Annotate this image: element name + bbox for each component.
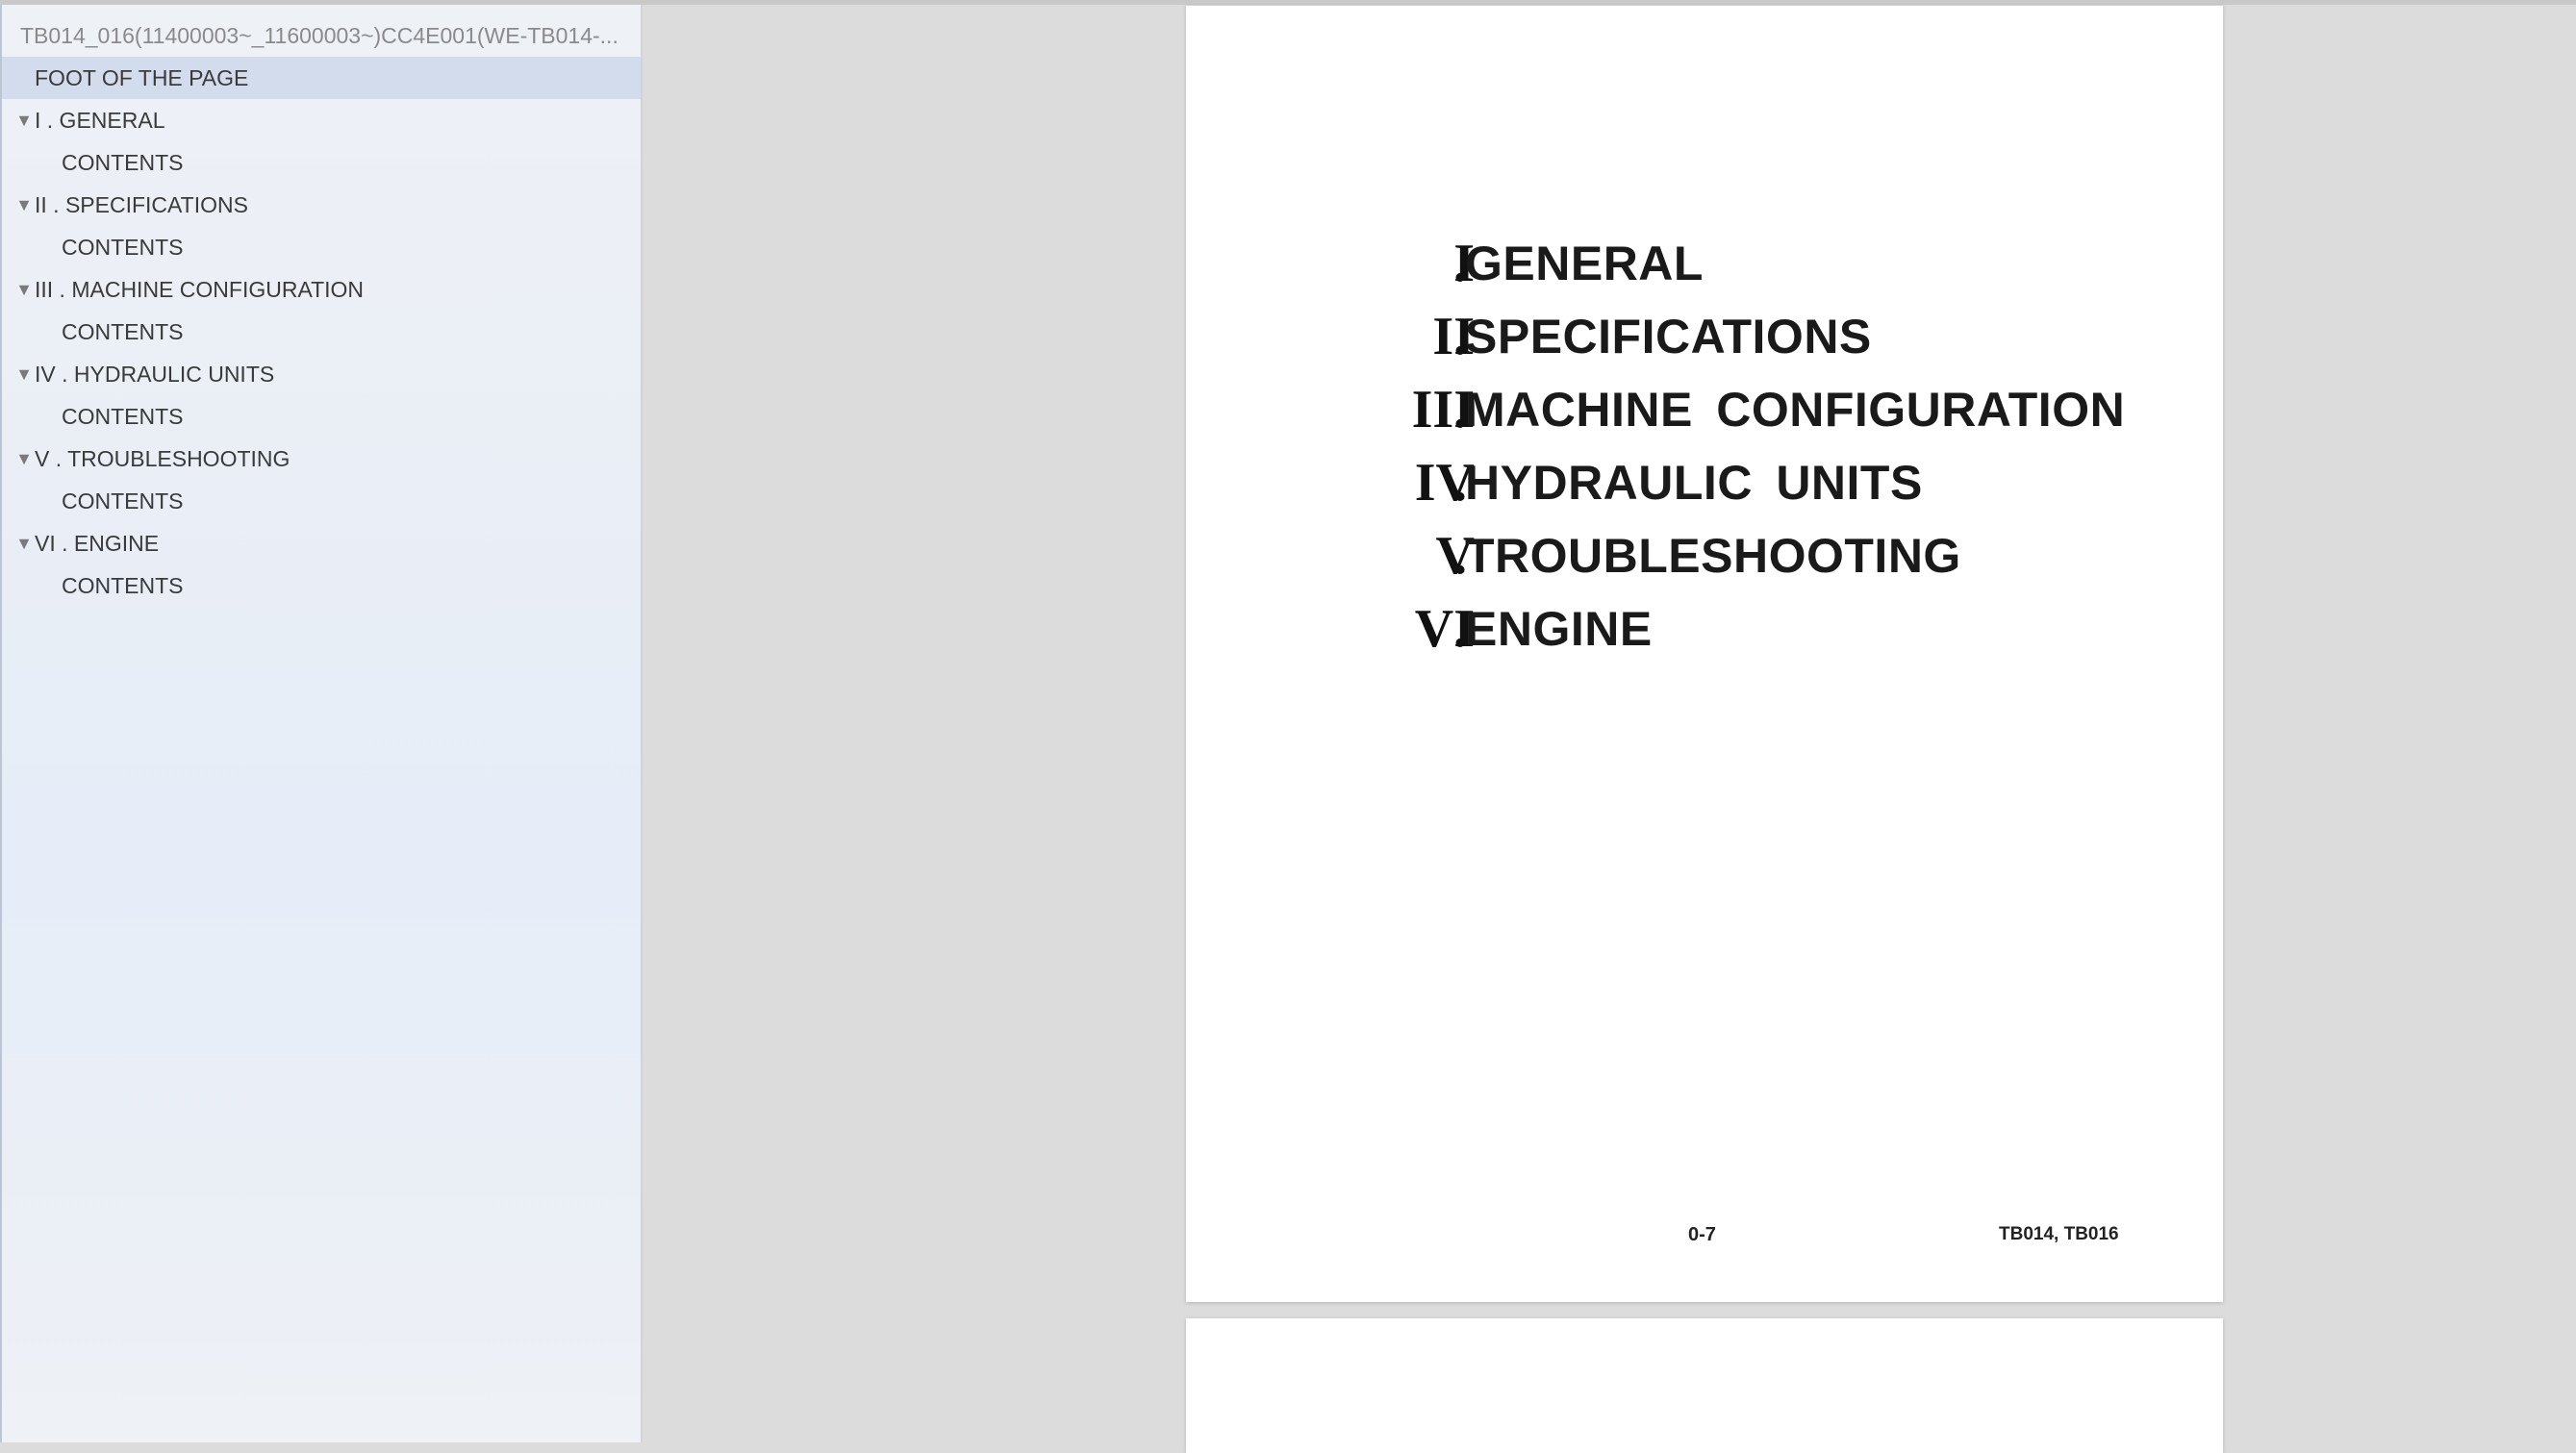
outline-item-label: VI . ENGINE	[35, 522, 159, 564]
outline-item-label: CONTENTS	[62, 395, 184, 438]
outline-item-label: IV . HYDRAULIC UNITS	[35, 353, 274, 395]
document-title[interactable]: TB014_016(11400003~_11600003~)CC4E001(WE…	[20, 17, 636, 54]
outline-item-machine-configuration-contents[interactable]: CONTENTS	[0, 311, 641, 353]
outline-item-troubleshooting-contents[interactable]: CONTENTS	[0, 480, 641, 522]
toc-title: MACHINE CONFIGURATION	[1465, 373, 2125, 446]
page-model-label: TB014, TB016	[1999, 1224, 2119, 1245]
document-page[interactable]: I . GENERAL II . SPECIFICATIONS III . MA…	[1186, 6, 2223, 1302]
outline-item-troubleshooting[interactable]: ▼ V . TROUBLESHOOTING	[0, 438, 641, 480]
page-number: 0-7	[1688, 1224, 1716, 1246]
toc-title: GENERAL	[1465, 227, 1704, 300]
outline-item-engine-contents[interactable]: CONTENTS	[0, 564, 641, 607]
outline-item-label: III . MACHINE CONFIGURATION	[35, 268, 364, 311]
outline-item-engine[interactable]: ▼ VI . ENGINE	[0, 522, 641, 564]
outline-item-label: II . SPECIFICATIONS	[35, 184, 248, 226]
triangle-down-icon[interactable]: ▼	[13, 184, 35, 226]
triangle-down-icon[interactable]: ▼	[13, 99, 35, 141]
outline-item-label: CONTENTS	[62, 226, 184, 268]
toc-title: SPECIFICATIONS	[1465, 300, 1872, 373]
outline-item-hydraulic-units[interactable]: ▼ IV . HYDRAULIC UNITS	[0, 353, 641, 395]
sidebar-left-edge	[0, 5, 2, 1442]
next-document-page[interactable]	[1186, 1318, 2223, 1453]
triangle-down-icon[interactable]: ▼	[13, 438, 35, 480]
outline-item-foot-of-the-page[interactable]: FOOT OF THE PAGE	[0, 57, 641, 99]
triangle-down-icon[interactable]: ▼	[13, 522, 35, 564]
triangle-down-icon[interactable]: ▼	[13, 268, 35, 311]
outline-item-specifications-contents[interactable]: CONTENTS	[0, 226, 641, 268]
outline-sidebar: TB014_016(11400003~_11600003~)CC4E001(WE…	[0, 5, 643, 1442]
toc-title: TROUBLESHOOTING	[1465, 519, 1961, 592]
outline-item-label: CONTENTS	[62, 480, 184, 522]
outline-item-label: CONTENTS	[62, 141, 184, 184]
triangle-down-icon[interactable]: ▼	[13, 353, 35, 395]
outline-item-hydraulic-units-contents[interactable]: CONTENTS	[0, 395, 641, 438]
outline-item-general[interactable]: ▼ I . GENERAL	[0, 99, 641, 141]
toc-title: HYDRAULIC UNITS	[1465, 446, 1923, 519]
outline-item-label: I . GENERAL	[35, 99, 164, 141]
outline-item-label: FOOT OF THE PAGE	[35, 57, 248, 99]
outline-list: FOOT OF THE PAGE ▼ I . GENERAL CONTENTS …	[0, 57, 641, 607]
outline-item-label: CONTENTS	[62, 311, 184, 353]
outline-item-label: CONTENTS	[62, 564, 184, 607]
outline-item-machine-configuration[interactable]: ▼ III . MACHINE CONFIGURATION	[0, 268, 641, 311]
outline-item-specifications[interactable]: ▼ II . SPECIFICATIONS	[0, 184, 641, 226]
outline-item-general-contents[interactable]: CONTENTS	[0, 141, 641, 184]
outline-item-label: V . TROUBLESHOOTING	[35, 438, 290, 480]
toc-title: ENGINE	[1465, 592, 1653, 665]
